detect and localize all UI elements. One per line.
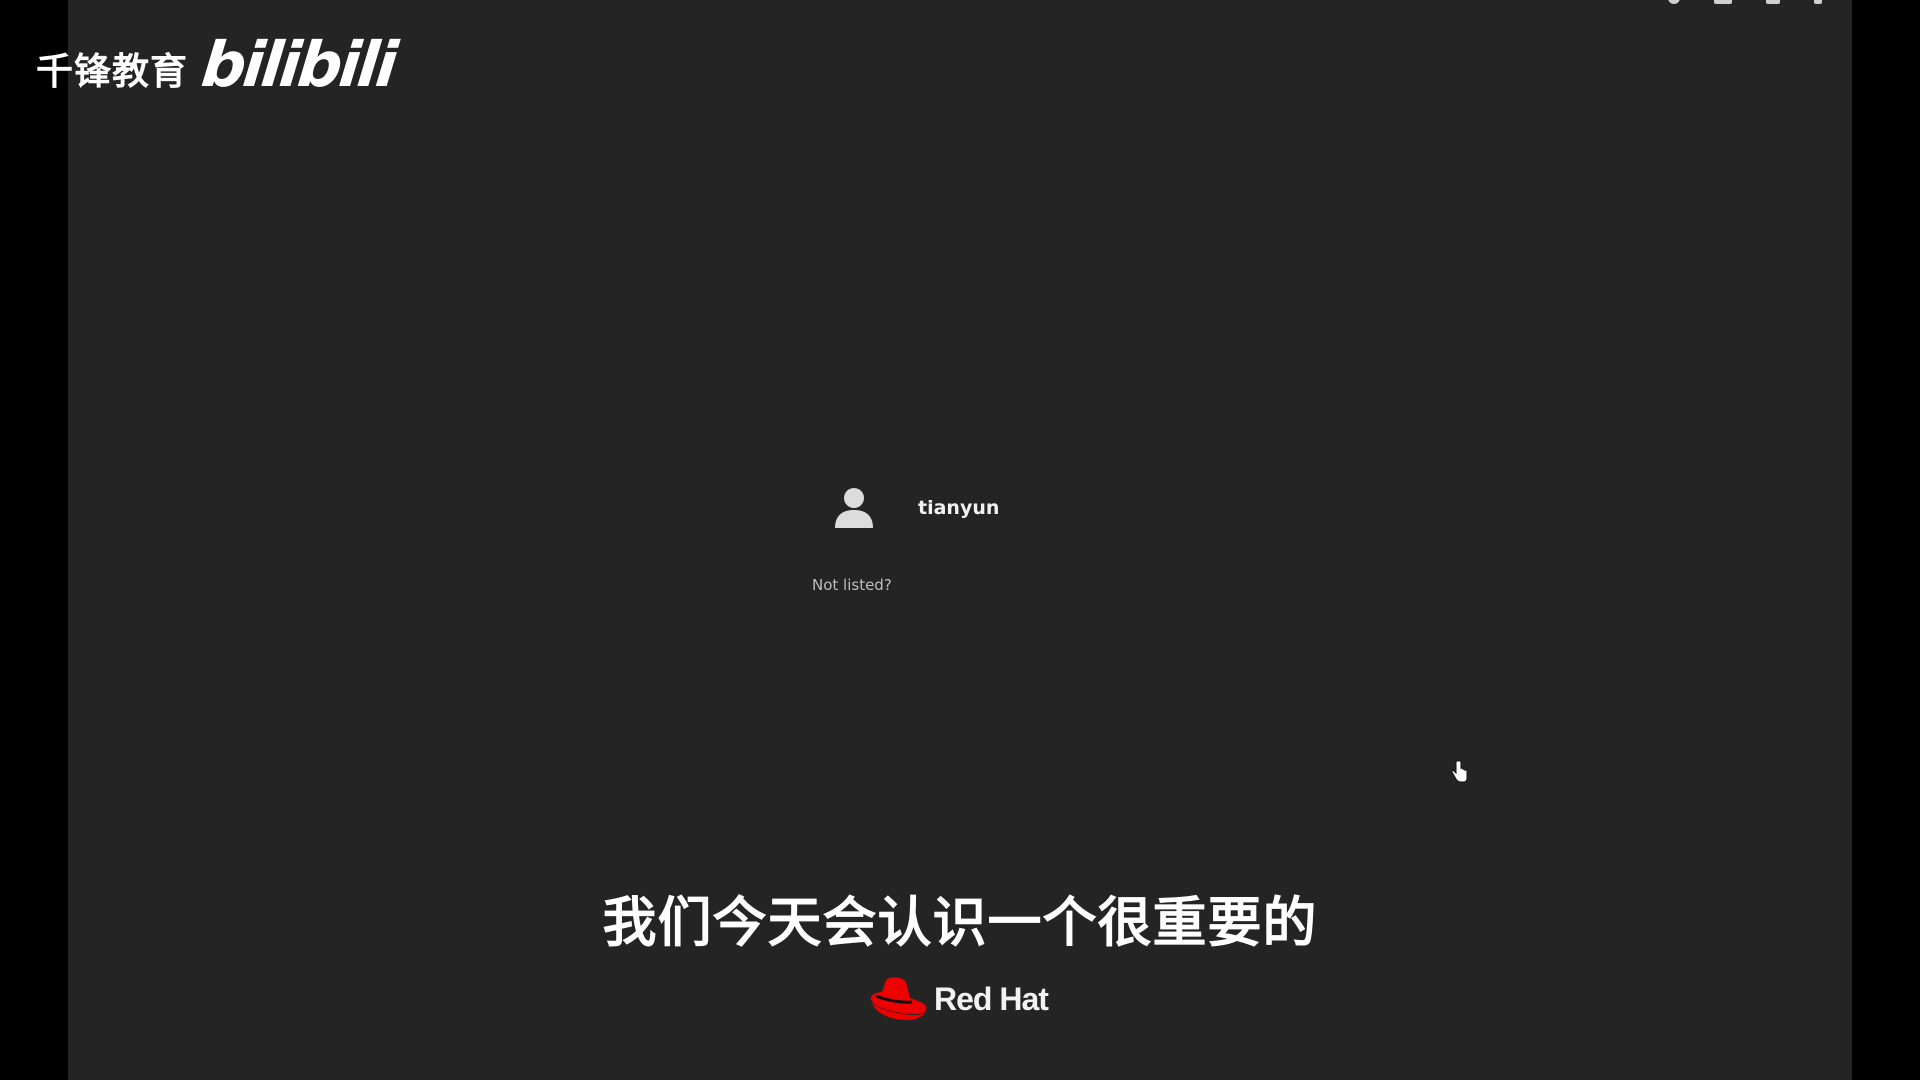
- video-subtitle: 我们今天会认识一个很重要的: [602, 891, 1318, 954]
- redhat-brand-text: Red Hat: [934, 980, 1049, 1017]
- redhat-logo-icon: [866, 972, 930, 1026]
- video-frame: tianyun Not listed? 千锋教育 bilibili 我们今天会认…: [0, 0, 1920, 1080]
- bilibili-logo: bilibili: [198, 28, 399, 101]
- username-label: tianyun: [918, 497, 1000, 519]
- top-bar-status[interactable]: [1668, 0, 1822, 4]
- hand-pointer-icon: [1450, 760, 1470, 784]
- watermark: 千锋教育 bilibili: [36, 28, 398, 101]
- watermark-text: 千锋教育: [36, 50, 188, 93]
- network-icon: [1714, 0, 1732, 4]
- power-icon: [1814, 0, 1822, 4]
- user-avatar-icon: [828, 482, 880, 534]
- volume-icon: [1766, 0, 1780, 4]
- accessibility-icon[interactable]: [1668, 0, 1680, 4]
- redhat-brand: Red Hat: [866, 972, 1049, 1026]
- user-list-item[interactable]: tianyun: [828, 482, 999, 534]
- not-listed-link[interactable]: Not listed?: [812, 576, 892, 594]
